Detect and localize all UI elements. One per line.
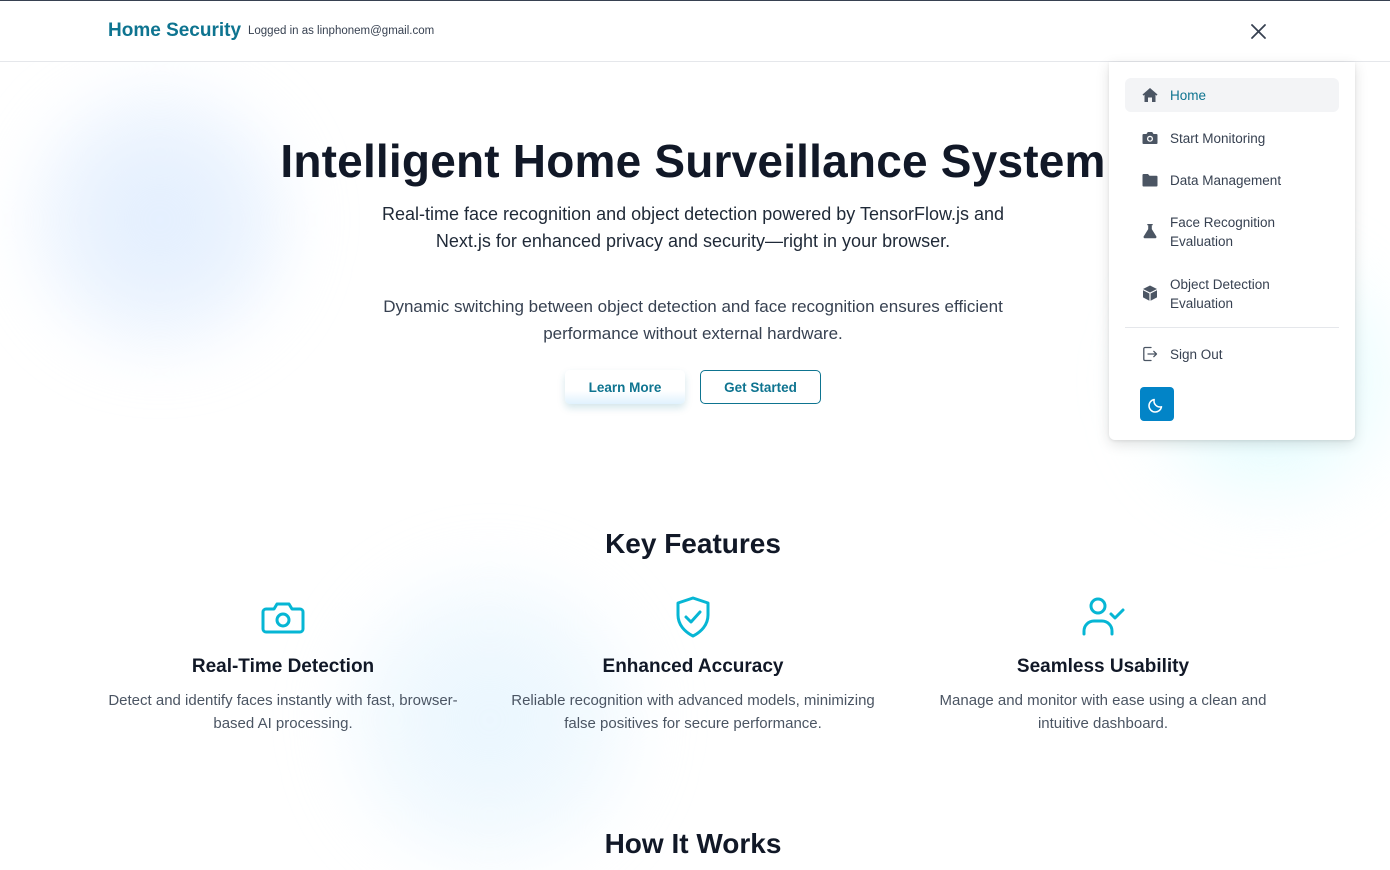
background-blob — [20, 80, 300, 360]
flask-icon — [1143, 224, 1157, 239]
feature-card: Seamless Usability Manage and monitor wi… — [913, 594, 1293, 735]
sign-out-label: Sign Out — [1170, 347, 1223, 362]
navigation-menu: Home Start Monitoring Data Management Fa… — [1109, 62, 1355, 440]
menu-item-label: Data Management — [1170, 173, 1282, 188]
get-started-button[interactable]: Get Started — [700, 370, 821, 404]
brand-title[interactable]: Home Security — [108, 20, 241, 42]
feature-description: Manage and monitor with ease using a cle… — [939, 692, 1267, 732]
learn-more-button[interactable]: Learn More — [565, 370, 685, 404]
logged-in-text: Logged in as linphonem@gmail.com — [248, 25, 435, 37]
close-icon — [1251, 24, 1266, 39]
shield-check-icon — [676, 596, 710, 638]
menu-item-data-management[interactable]: Data Management — [1125, 163, 1339, 197]
menu-divider — [1125, 327, 1339, 328]
feature-description: Detect and identify faces instantly with… — [108, 692, 458, 732]
feature-title: Real-Time Detection — [191, 656, 375, 677]
menu-item-home[interactable]: Home — [1125, 78, 1339, 112]
how-it-works-heading: How It Works — [604, 828, 782, 859]
feature-card: Enhanced Accuracy Reliable recognition w… — [503, 594, 883, 735]
moon-icon — [1148, 398, 1163, 413]
sign-out-button[interactable]: Sign Out — [1125, 337, 1339, 371]
hero-subtitle: Real-time face recognition and object de… — [381, 204, 1005, 251]
menu-item-face-recognition-evaluation[interactable]: Face Recognition Evaluation — [1125, 205, 1339, 257]
home-icon — [1142, 88, 1158, 102]
folder-icon — [1142, 174, 1158, 187]
close-menu-button[interactable] — [1244, 17, 1272, 45]
user-check-icon — [1082, 597, 1125, 636]
key-features-heading: Key Features — [605, 528, 781, 559]
feature-title: Seamless Usability — [1016, 656, 1190, 677]
menu-item-label: Start Monitoring — [1170, 131, 1266, 146]
menu-item-label: Object Detection Evaluation — [1170, 277, 1270, 311]
camera-icon — [1142, 132, 1158, 144]
feature-description: Reliable recognition with advanced model… — [511, 692, 875, 732]
page: Home Security Logged in as linphonem@gma… — [0, 0, 1390, 870]
camera-icon — [261, 602, 305, 634]
cube-icon — [1143, 285, 1157, 301]
feature-title: Enhanced Accuracy — [602, 656, 784, 677]
sign-out-icon — [1143, 346, 1158, 362]
theme-toggle-button[interactable] — [1140, 387, 1174, 421]
menu-item-start-monitoring[interactable]: Start Monitoring — [1125, 121, 1339, 155]
top-header: Home Security Logged in as linphonem@gma… — [0, 0, 1390, 62]
hero-subtitle-secondary: Dynamic switching between object detecti… — [383, 297, 1003, 343]
menu-item-object-detection-evaluation[interactable]: Object Detection Evaluation — [1125, 267, 1339, 319]
feature-card: Real-Time Detection Detect and identify … — [93, 594, 473, 735]
menu-item-label: Home — [1170, 88, 1207, 103]
menu-item-label: Face Recognition Evaluation — [1170, 215, 1276, 249]
